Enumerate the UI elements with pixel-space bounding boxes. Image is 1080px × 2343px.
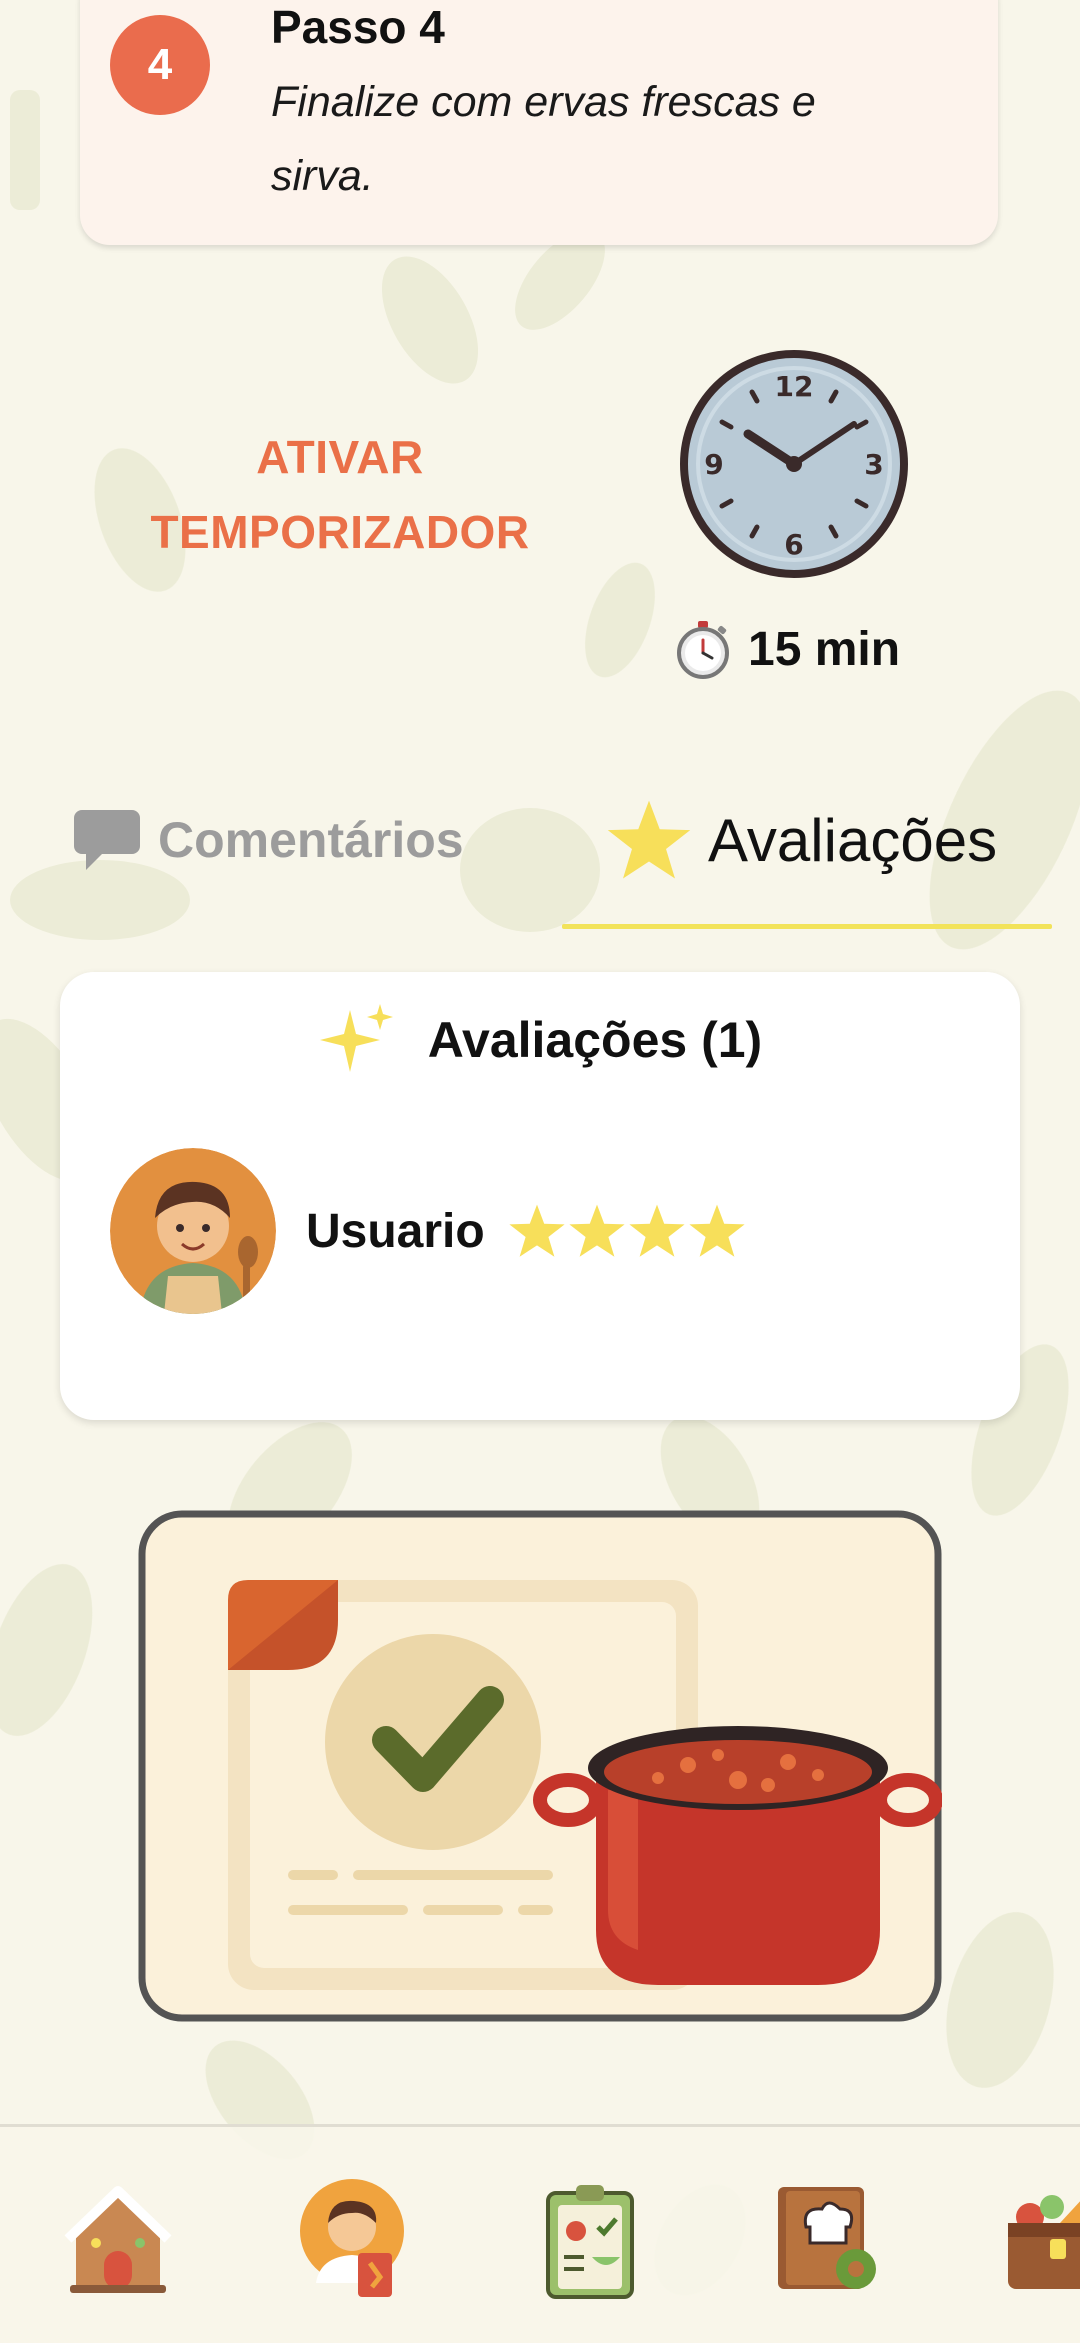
speech-bubble-icon	[74, 810, 140, 870]
star-icon	[607, 800, 691, 879]
tab-ratings-label: Avaliações	[708, 806, 998, 874]
review-rating-stars	[507, 1202, 747, 1260]
activate-timer-button[interactable]: ATIVAR TEMPORIZADOR	[120, 420, 560, 570]
bottom-navigation	[0, 2124, 1080, 2343]
svg-text:12: 12	[775, 370, 814, 403]
treasure-chest-food-icon	[1008, 2195, 1080, 2289]
step-number-badge: 4	[110, 15, 210, 115]
step-title: Passo 4	[271, 1, 445, 53]
svg-text:3: 3	[864, 448, 883, 481]
reviews-title: Avaliações (1)	[427, 1012, 763, 1068]
sparkles-icon	[319, 1004, 393, 1072]
review-username: Usuario	[306, 1204, 485, 1258]
timer-duration: 15 min	[672, 614, 900, 684]
svg-text:6: 6	[784, 528, 803, 561]
reviews-header: Avaliações (1)	[60, 1000, 1020, 1080]
analog-clock-icon: 12 3 6 9	[680, 350, 908, 578]
rating-star-icon	[569, 1204, 625, 1257]
tab-ratings[interactable]: Avaliações	[604, 790, 997, 890]
recipe-done-pot-illustration	[138, 1510, 942, 2022]
recipe-book-settings-icon	[778, 2187, 876, 2289]
avatar	[110, 1148, 276, 1314]
timer-duration-value: 15 min	[748, 622, 901, 676]
reviews-card: Avaliações (1) Usuario	[60, 972, 1020, 1420]
step-card: 4 Passo 4 Finalize com ervas frescas e s…	[80, 0, 998, 245]
rating-star-icon	[629, 1204, 685, 1257]
nav-recipe-book-button[interactable]	[766, 2177, 890, 2301]
shopping-checklist-icon	[546, 2185, 634, 2299]
tab-comments-label: Comentários	[158, 812, 464, 868]
rating-star-icon	[509, 1204, 565, 1257]
nav-home-button[interactable]	[56, 2177, 180, 2301]
profile-chef-icon	[300, 2179, 404, 2297]
step-description: Finalize com ervas frescas e sirva.	[271, 78, 816, 200]
nav-pantry-button[interactable]	[1000, 2177, 1080, 2301]
tab-comments[interactable]: Comentários	[72, 800, 464, 880]
gingerbread-house-icon	[64, 2186, 172, 2293]
active-tab-indicator	[562, 924, 1052, 929]
review-item: Usuario	[110, 1148, 747, 1314]
rating-star-icon	[689, 1204, 745, 1257]
stopwatch-icon	[677, 621, 729, 679]
nav-shopping-list-button[interactable]	[530, 2177, 654, 2301]
nav-profile-button[interactable]	[294, 2177, 418, 2301]
svg-text:9: 9	[704, 448, 723, 481]
